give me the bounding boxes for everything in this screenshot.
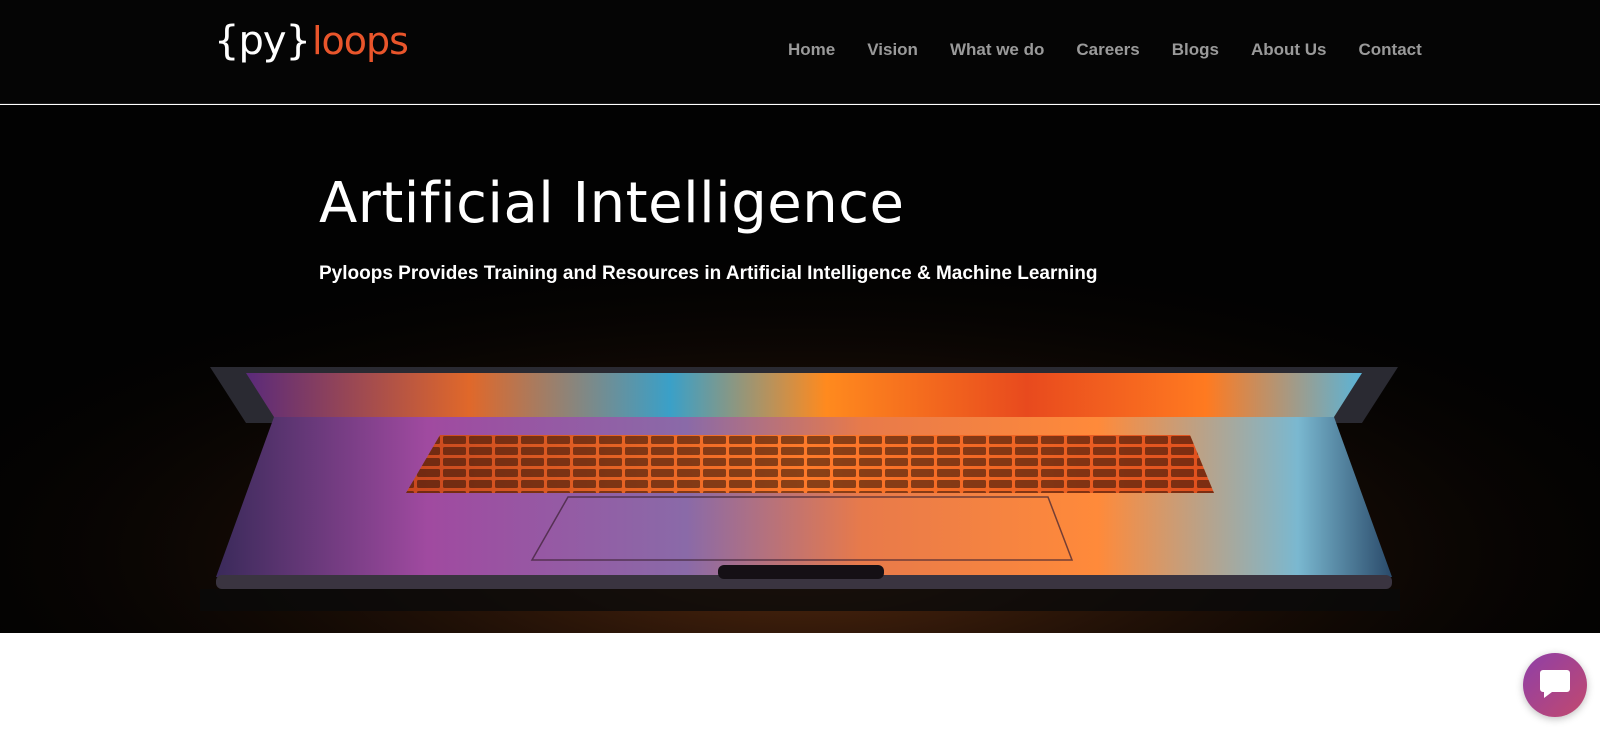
hero-subtitle: Pyloops Provides Training and Resources …: [319, 263, 1098, 284]
nav-contact[interactable]: Contact: [1359, 40, 1422, 60]
chat-bubble-icon: [1538, 667, 1572, 704]
nav-what-we-do[interactable]: What we do: [950, 40, 1044, 60]
main-nav: Home Vision What we do Careers Blogs Abo…: [788, 40, 1422, 60]
logo-py: {py}: [214, 18, 311, 64]
hero-title: Artificial Intelligence: [319, 171, 905, 236]
nav-blogs[interactable]: Blogs: [1172, 40, 1219, 60]
nav-vision[interactable]: Vision: [867, 40, 918, 60]
nav-careers[interactable]: Careers: [1076, 40, 1139, 60]
site-logo[interactable]: {py} loops: [214, 18, 409, 70]
logo-loops: loops: [311, 19, 409, 63]
chat-button[interactable]: [1523, 653, 1587, 717]
site-header: {py} loops Home Vision What we do Career…: [0, 0, 1600, 104]
hero-banner: Artificial Intelligence Pyloops Provides…: [0, 105, 1600, 633]
nav-about-us[interactable]: About Us: [1251, 40, 1327, 60]
nav-home[interactable]: Home: [788, 40, 835, 60]
